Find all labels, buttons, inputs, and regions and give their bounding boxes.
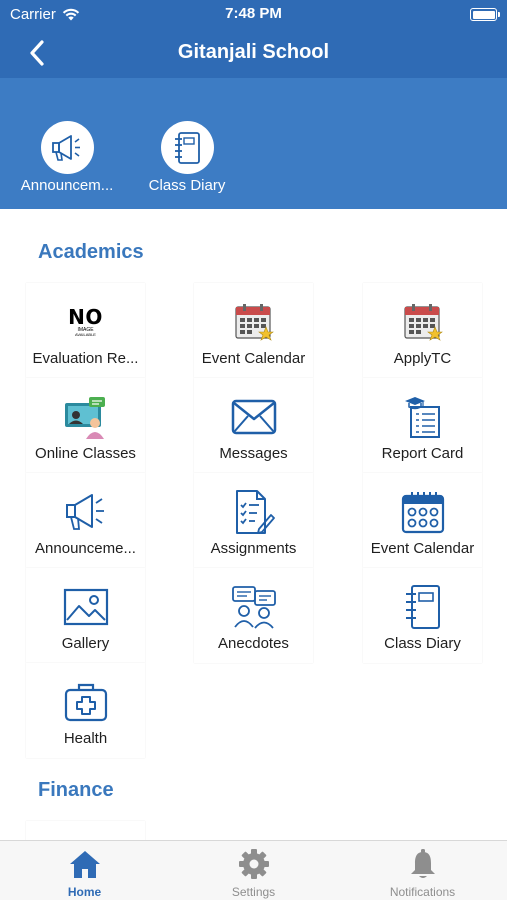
status-bar: Carrier 7:48 PM <box>0 0 507 30</box>
quick-action-announcements[interactable]: Announcem... <box>12 121 122 194</box>
quick-action-label: Announcem... <box>20 177 114 194</box>
quick-action-circle <box>160 121 214 174</box>
report-card-icon <box>363 394 482 440</box>
tile-label: Anecdotes <box>218 635 289 652</box>
tile-anecdotes[interactable]: Anecdotes <box>194 568 313 663</box>
tile-label: Gallery <box>61 635 110 652</box>
gallery-icon <box>26 584 145 630</box>
tile-label: Evaluation Re... <box>32 350 139 367</box>
tile-class-diary[interactable]: Class Diary <box>363 568 482 663</box>
tile-event-calendar-2[interactable]: Event Calendar <box>363 473 482 568</box>
section-title-finance: Finance <box>38 779 114 801</box>
quick-action-class-diary[interactable]: Class Diary <box>132 121 242 194</box>
tile-messages[interactable]: Messages <box>194 378 313 473</box>
page-title: Gitanjali School <box>177 41 330 63</box>
quick-action-circle <box>40 121 94 174</box>
tile-gallery[interactable]: Gallery <box>26 568 145 663</box>
calendar-star-icon <box>363 299 482 345</box>
megaphone-icon <box>26 489 145 535</box>
online-class-icon <box>26 394 145 440</box>
home-icon <box>69 851 100 878</box>
no-image-icon: NO IMAGE AVAILABLE <box>26 299 145 345</box>
gear-icon <box>238 849 269 879</box>
tab-home[interactable]: Home <box>0 847 169 899</box>
tile-label: Assignments <box>210 540 297 557</box>
tile-label: Online Classes <box>35 445 136 462</box>
tile-label: Event Calendar <box>201 350 306 367</box>
anecdotes-icon <box>194 584 313 630</box>
no-image-big-text: NO <box>68 305 103 329</box>
notebook-icon <box>363 584 482 630</box>
tile-label: Class Diary <box>384 635 461 652</box>
tile-label: Report Card <box>381 445 464 462</box>
quick-action-label: Class Diary <box>148 177 226 194</box>
notebook-icon <box>175 131 200 164</box>
battery-icon <box>470 8 500 21</box>
megaphone-icon <box>52 134 80 161</box>
bell-icon <box>410 849 435 878</box>
quick-actions-bar: Announcem... Class Diary <box>0 78 507 209</box>
tile-label: Event Calendar <box>370 540 475 557</box>
calendar-grid-icon <box>363 489 482 535</box>
tab-notifications[interactable]: Notifications <box>338 847 507 899</box>
tile-announcements[interactable]: Announceme... <box>26 473 145 568</box>
no-image-small-text: AVAILABLE <box>75 332 96 337</box>
clock: 7:48 PM <box>225 5 282 22</box>
tab-label: Home <box>67 885 102 899</box>
assignment-icon <box>194 489 313 535</box>
tab-bar: Home Settings Notifications <box>0 840 507 900</box>
calendar-star-icon <box>194 299 313 345</box>
first-aid-icon <box>26 679 145 725</box>
section-title-academics: Academics <box>38 241 144 263</box>
tab-label: Settings <box>231 885 276 899</box>
envelope-icon <box>194 394 313 440</box>
tile-report-card[interactable]: Report Card <box>363 378 482 473</box>
tile-evaluation-report[interactable]: NO IMAGE AVAILABLE Evaluation Re... <box>26 283 145 378</box>
tile-assignments[interactable]: Assignments <box>194 473 313 568</box>
tile-health[interactable]: Health <box>26 663 145 758</box>
tile-apply-tc[interactable]: ApplyTC <box>363 283 482 378</box>
tile-label: Messages <box>219 445 288 462</box>
tab-settings[interactable]: Settings <box>169 847 338 899</box>
tile-label: Health <box>63 730 108 747</box>
tab-label: Notifications <box>389 885 456 899</box>
tile-event-calendar[interactable]: Event Calendar <box>194 283 313 378</box>
navigation-bar: Gitanjali School <box>0 30 507 80</box>
tile-online-classes[interactable]: Online Classes <box>26 378 145 473</box>
tile-label: Announceme... <box>35 540 136 557</box>
tile-label: ApplyTC <box>393 350 452 367</box>
